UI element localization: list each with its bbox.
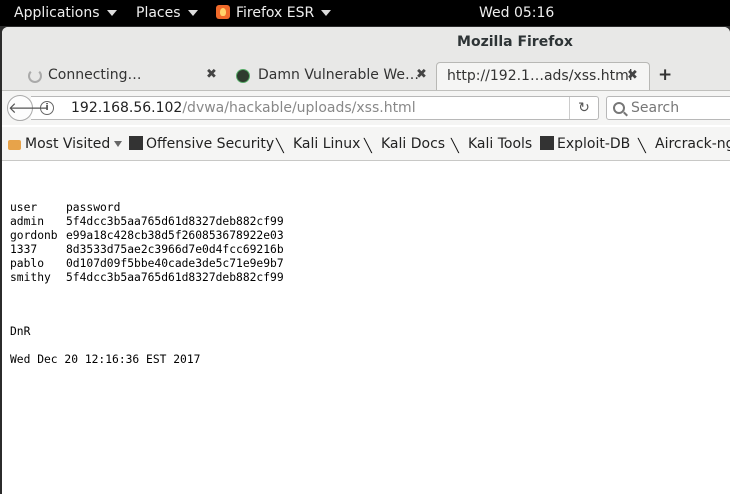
back-arrow-icon: 🡐: [8, 99, 49, 117]
chevron-down-icon: [114, 141, 123, 147]
places-menu[interactable]: Places: [136, 4, 198, 22]
reload-icon[interactable]: ↻: [569, 97, 598, 119]
tab-label: Connecting…: [48, 67, 142, 83]
bookmark-label: Kali Linux: [293, 136, 361, 152]
app-menu-label: Firefox ESR: [236, 5, 315, 21]
aircrack-icon: [638, 138, 652, 152]
gnome-top-bar: Applications Places Firefox ESR Wed 05:1…: [0, 0, 730, 26]
user-header: user: [10, 201, 38, 214]
url-text: 192.168.56.102/dvwa/hackable/uploads/xss…: [71, 100, 416, 116]
offsec-icon: [129, 136, 143, 150]
back-button[interactable]: 🡐: [7, 95, 48, 121]
kali-dragon-icon: [451, 138, 465, 152]
folder-icon: [8, 140, 21, 150]
window-title: Mozilla Firefox: [457, 34, 573, 50]
hash-cell: e99a18c428cb38d5f260853678922e03: [66, 229, 284, 242]
tab-dvwa[interactable]: Damn Vulnerable We… ✖: [228, 62, 434, 90]
firefox-icon: [216, 5, 230, 19]
tab-strip: Connecting… ✖ Damn Vulnerable We… ✖ http…: [2, 60, 730, 91]
search-field[interactable]: Search: [606, 96, 730, 120]
bookmark-kali-tools[interactable]: Kali Tools: [451, 136, 532, 152]
bookmark-label: Offensive Security: [146, 136, 275, 152]
chevron-down-icon: [187, 10, 198, 16]
tab-xss-html[interactable]: http://192.1…ads/xss.html ✖: [436, 62, 650, 90]
bookmark-label: Kali Tools: [468, 136, 533, 152]
user-cell: gordonb: [10, 229, 58, 242]
hash-cell: 5f4dcc3b5aa765d61d8327deb882cf99: [66, 215, 284, 228]
firefox-window: Mozilla Firefox Connecting… ✖ Damn Vulne…: [2, 27, 730, 494]
page-content: user admin gordonb 1337 pablo smithy pas…: [2, 161, 730, 494]
password-header: password: [66, 201, 121, 214]
col-password: password 5f4dcc3b5aa765d61d8327deb882cf9…: [66, 201, 284, 285]
clock[interactable]: Wed 05:16: [479, 4, 554, 22]
applications-menu[interactable]: Applications: [14, 4, 117, 22]
user-cell: admin: [10, 215, 45, 228]
search-placeholder: Search: [631, 100, 680, 116]
dvwa-favicon-icon: [236, 69, 250, 83]
bookmarks-toolbar: Most Visited Offensive Security Kali Lin…: [2, 127, 730, 161]
bookmark-kali-linux[interactable]: Kali Linux: [276, 136, 360, 152]
title-bar: Mozilla Firefox: [2, 27, 730, 60]
url-bar[interactable]: i 192.168.56.102/dvwa/hackable/uploads/x…: [31, 96, 599, 120]
bookmark-label: Exploit-DB: [557, 136, 631, 152]
chevron-down-icon: [321, 10, 332, 16]
applications-label: Applications: [14, 5, 100, 21]
tab-label: Damn Vulnerable We…: [258, 67, 420, 83]
kali-dragon-icon: [364, 138, 378, 152]
close-tab-icon[interactable]: ✖: [206, 67, 217, 82]
hash-cell: 5f4dcc3b5aa765d61d8327deb882cf99: [66, 271, 284, 284]
user-cell: 1337: [10, 243, 38, 256]
hash-cell: 0d107d09f5bbe40cade3de5c71e9e9b7: [66, 257, 284, 270]
user-cell: smithy: [10, 271, 51, 284]
app-menu[interactable]: Firefox ESR: [216, 4, 332, 22]
close-tab-icon[interactable]: ✖: [416, 67, 427, 82]
col-user: user admin gordonb 1337 pablo smithy: [10, 201, 58, 285]
bookmark-kali-docs[interactable]: Kali Docs: [364, 136, 445, 152]
url-path: /dvwa/hackable/uploads/xss.html: [182, 100, 416, 116]
bookmark-most-visited[interactable]: Most Visited: [25, 136, 123, 152]
bookmark-exploit-db[interactable]: Exploit-DB: [540, 136, 630, 152]
hash-cell: 8d3533d75ae2c3966d7e0d4fcc69216b: [66, 243, 284, 256]
search-icon: [613, 102, 625, 114]
user-cell: pablo: [10, 257, 45, 270]
tab-connecting[interactable]: Connecting… ✖: [20, 62, 226, 90]
loading-spinner-icon: [28, 69, 42, 83]
bookmark-label: Aircrack-ng: [655, 136, 730, 152]
url-host: 192.168.56.102: [71, 100, 183, 116]
footer-name: DnR: [10, 325, 31, 338]
bookmark-aircrack-ng[interactable]: Aircrack-ng: [638, 136, 730, 152]
new-tab-button[interactable]: +: [658, 65, 672, 85]
bookmark-offensive-security[interactable]: Offensive Security: [129, 136, 274, 152]
navigation-toolbar: i 192.168.56.102/dvwa/hackable/uploads/x…: [2, 91, 730, 125]
chevron-down-icon: [106, 10, 117, 16]
bookmark-label: Most Visited: [25, 136, 111, 152]
tab-label: http://192.1…ads/xss.html: [447, 68, 633, 84]
close-tab-icon[interactable]: ✖: [627, 68, 638, 83]
places-label: Places: [136, 5, 181, 21]
kali-dragon-icon: [276, 138, 290, 152]
footer-date: Wed Dec 20 12:16:36 EST 2017: [10, 353, 201, 366]
exploitdb-icon: [540, 136, 554, 150]
bookmark-label: Kali Docs: [381, 136, 446, 152]
